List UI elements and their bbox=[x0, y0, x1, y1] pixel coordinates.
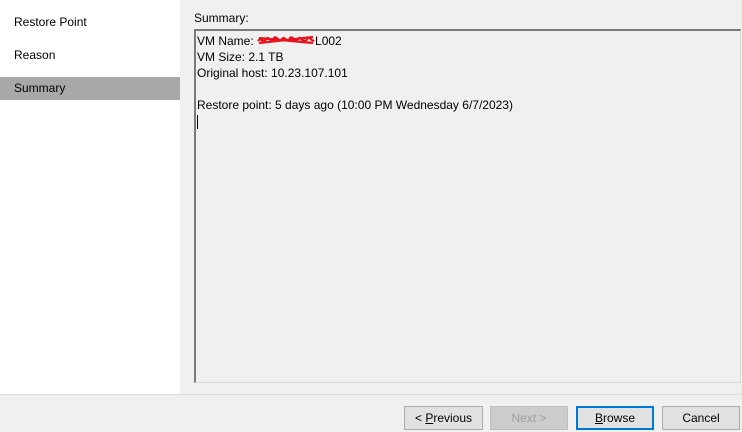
step-restore-point-label: Restore Point bbox=[14, 15, 87, 29]
summary-heading: Summary: bbox=[194, 11, 249, 25]
vm-name-line: VM Name: L002 bbox=[197, 33, 740, 49]
restore-point-line: Restore point: 5 days ago (10:00 PM Wedn… bbox=[197, 98, 513, 112]
step-restore-point[interactable]: Restore Point bbox=[0, 11, 180, 34]
step-reason[interactable]: Reason bbox=[0, 44, 180, 67]
cancel-label: Cancel bbox=[682, 411, 720, 425]
wizard-step-list: Restore Point Reason Summary bbox=[0, 0, 180, 394]
next-button[interactable]: Next > bbox=[490, 406, 568, 430]
previous-button[interactable]: < Previous bbox=[404, 406, 483, 430]
browse-button[interactable]: Browse bbox=[576, 406, 654, 430]
vm-size-line: VM Size: 2.1 TB bbox=[197, 50, 284, 64]
restore-wizard-window: Restore Point Reason Summary Summary: VM… bbox=[0, 0, 742, 432]
step-reason-label: Reason bbox=[14, 48, 56, 62]
next-label: Next > bbox=[511, 411, 547, 425]
previous-rest: revious bbox=[433, 411, 473, 425]
step-summary-label: Summary bbox=[14, 81, 66, 95]
vm-name-suffix: L002 bbox=[315, 34, 342, 48]
previous-prefix: < bbox=[414, 411, 426, 425]
text-caret bbox=[197, 115, 198, 129]
browse-rest: rowse bbox=[603, 411, 636, 425]
step-summary[interactable]: Summary bbox=[0, 77, 180, 100]
summary-textbox[interactable]: VM Name: L002 VM Size: 2.1 TB Original h… bbox=[194, 29, 741, 383]
cancel-button[interactable]: Cancel bbox=[662, 406, 740, 430]
vm-name-prefix: VM Name: bbox=[197, 34, 258, 48]
redaction-scribble bbox=[257, 34, 315, 46]
original-host-line: Original host: 10.23.107.101 bbox=[197, 66, 348, 80]
browse-mnemonic: B bbox=[594, 411, 603, 425]
